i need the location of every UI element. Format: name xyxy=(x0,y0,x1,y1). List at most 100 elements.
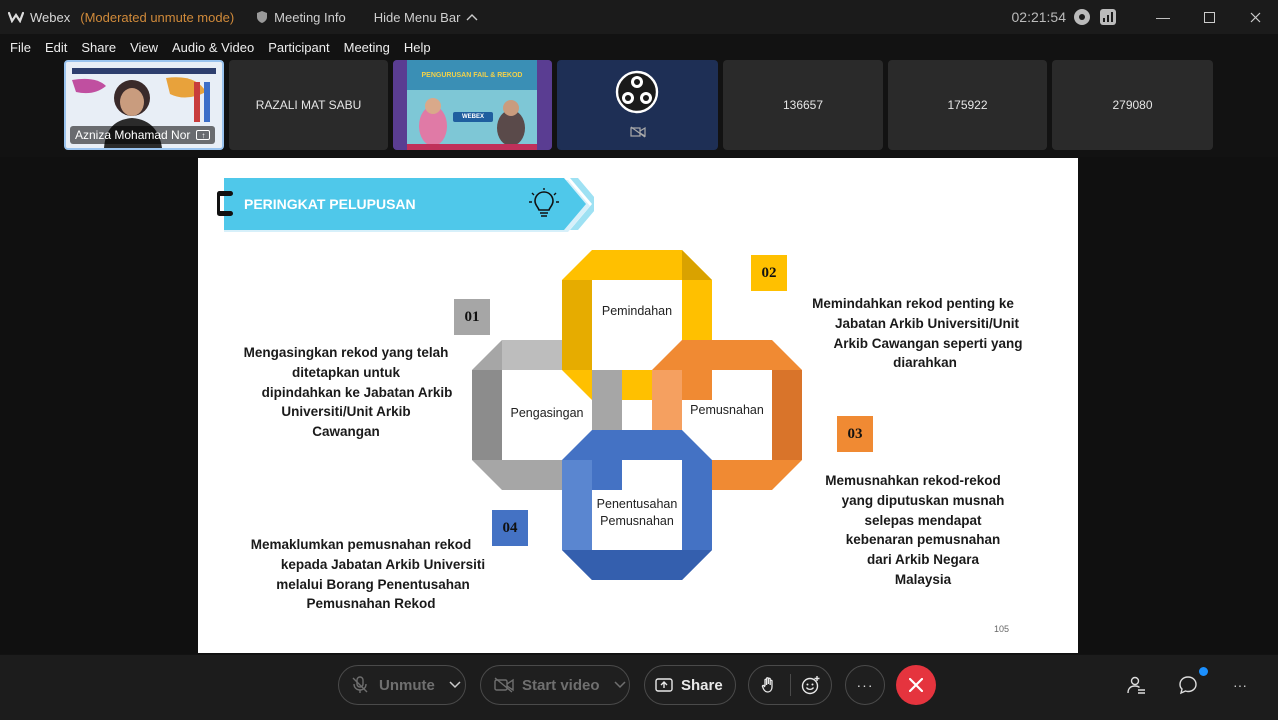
sharing-icon: ↑ xyxy=(196,130,211,140)
participant-name: RAZALI MAT SABU xyxy=(255,98,362,112)
step-description-01: Mengasingkan rekod yang telah ditetapkan… xyxy=(220,343,472,442)
leave-meeting-button[interactable] xyxy=(896,665,936,705)
share-button[interactable]: Share xyxy=(644,665,736,705)
step-description-03: Memusnahkan rekod-rekod yang diputuskan … xyxy=(816,471,1030,590)
presentation-slide: PERINGKAT PELUPUSAN Pemindahan Pengasing… xyxy=(198,158,1078,653)
share-label: Share xyxy=(681,676,723,694)
desc-line: Jabatan Arkib Universiti/Unit xyxy=(834,315,1020,331)
hide-menu-bar-label: Hide Menu Bar xyxy=(373,9,461,25)
shared-content-stage: PERINGKAT PELUPUSAN Pemindahan Pengasing… xyxy=(0,157,1278,654)
app-name: Webex xyxy=(30,9,71,25)
desc-line: Arkib Cawangan seperti yang xyxy=(833,335,1023,351)
close-icon xyxy=(909,678,923,692)
ring-label-pemindahan: Pemindahan xyxy=(601,304,673,318)
lightbulb-icon xyxy=(529,188,559,217)
reactions-group xyxy=(748,665,832,705)
unmute-label: Unmute xyxy=(379,676,435,694)
slide-heading: PERINGKAT PELUPUSAN xyxy=(244,196,416,212)
participant-name-tag: Azniza Mohamad Nor ↑ xyxy=(70,126,216,144)
menu-help[interactable]: Help xyxy=(404,40,431,55)
desc-line: Universiti/Unit Arkib xyxy=(281,404,411,420)
participant-tile[interactable]: 175922 xyxy=(888,60,1047,150)
desc-line: Malaysia xyxy=(894,571,952,587)
participant-strip: Azniza Mohamad Nor ↑ RAZALI MAT SABU PEN… xyxy=(0,59,1278,151)
chevron-up-icon xyxy=(466,14,478,21)
desc-line: diarahkan xyxy=(893,355,957,371)
emoji-add-icon xyxy=(801,676,820,695)
webex-window: Webex (Moderated unmute mode) Meeting In… xyxy=(0,0,1278,720)
menu-bar: File Edit Share View Audio & Video Parti… xyxy=(0,36,435,58)
chevron-down-icon[interactable] xyxy=(449,681,461,689)
network-stats-icon[interactable] xyxy=(1100,9,1116,25)
menu-view[interactable]: View xyxy=(130,40,158,55)
more-options-button[interactable]: ··· xyxy=(845,665,885,705)
participants-panel-button[interactable] xyxy=(1124,673,1148,697)
start-video-label: Start video xyxy=(522,676,600,694)
desc-line: dari Arkib Negara xyxy=(866,552,980,568)
menu-meeting[interactable]: Meeting xyxy=(344,40,390,55)
meeting-clock: 02:21:54 xyxy=(1011,9,1067,25)
menu-participant[interactable]: Participant xyxy=(268,40,329,55)
minimize-button[interactable]: — xyxy=(1140,0,1186,34)
ring-label-pemusnahan: Pemusnahan xyxy=(690,403,764,417)
meeting-info-label: Meeting Info xyxy=(274,9,346,25)
share-screen-icon xyxy=(655,678,673,692)
raise-hand-icon xyxy=(762,677,773,693)
participant-tile-self[interactable]: Azniza Mohamad Nor ↑ xyxy=(64,60,224,150)
overflow-menu-button[interactable]: ··· xyxy=(1228,673,1252,697)
overflow-icon: ··· xyxy=(1233,677,1247,693)
desc-line: melalui Borang Penentusahan xyxy=(276,576,470,592)
participant-tile-obs[interactable] xyxy=(557,60,718,150)
participants-icon xyxy=(1127,676,1145,694)
ring-label-line: Penentusahan xyxy=(596,497,678,511)
step-description-04: Memaklumkan pemusnahan rekod kepada Jaba… xyxy=(236,535,506,614)
recording-status-icon[interactable] xyxy=(1074,9,1090,25)
poster-title: PENGURUSAN FAIL & REKOD xyxy=(421,72,523,79)
webex-logo-icon xyxy=(8,11,24,23)
desc-line: Mengasingkan rekod yang telah xyxy=(243,345,449,360)
meeting-controls-bar: Unmute Start video Share ··· ··· xyxy=(0,655,1278,720)
unmute-button[interactable]: Unmute xyxy=(338,665,466,705)
menu-audio-video[interactable]: Audio & Video xyxy=(172,40,254,55)
meeting-info-button[interactable]: Meeting Info xyxy=(256,10,346,25)
participant-name: 175922 xyxy=(947,98,988,112)
step-badge-03: 03 xyxy=(837,416,873,452)
chat-panel-button[interactable] xyxy=(1176,673,1200,697)
raise-hand-button[interactable] xyxy=(749,676,790,694)
close-window-button[interactable] xyxy=(1232,0,1278,34)
chat-icon xyxy=(1179,676,1197,695)
ring-label-pengasingan: Pengasingan xyxy=(510,406,584,420)
desc-line: ditetapkan untuk xyxy=(291,364,400,380)
reactions-button[interactable] xyxy=(790,675,831,695)
participant-tile-poster[interactable]: PENGURUSAN FAIL & REKOD WEBEX xyxy=(393,60,552,150)
obs-logo-icon xyxy=(615,70,659,114)
app-logo: Webex (Moderated unmute mode) xyxy=(8,10,234,25)
maximize-button[interactable] xyxy=(1186,0,1232,34)
mic-muted-icon xyxy=(352,676,368,693)
menu-file[interactable]: File xyxy=(10,40,31,55)
desc-line: Cawangan xyxy=(312,424,380,440)
desc-line: dipindahkan ke Jabatan Arkib xyxy=(261,384,453,400)
close-icon xyxy=(1250,12,1260,22)
desc-line: Memaklumkan pemusnahan rekod xyxy=(250,537,472,552)
desc-line: kebenaran pemusnahan xyxy=(845,532,1001,548)
chevron-down-icon[interactable] xyxy=(614,681,626,689)
slide-page-number: 105 xyxy=(994,624,1010,634)
participant-name: Azniza Mohamad Nor xyxy=(75,128,191,142)
participant-tile[interactable]: 136657 xyxy=(723,60,883,150)
desc-line: Pemusnahan Rekod xyxy=(306,596,436,612)
mode-indicator: (Moderated unmute mode) xyxy=(80,9,235,25)
title-bar: Webex (Moderated unmute mode) Meeting In… xyxy=(0,0,1278,34)
desc-line: selepas mendapat xyxy=(864,512,982,528)
start-video-button[interactable]: Start video xyxy=(480,665,630,705)
menu-edit[interactable]: Edit xyxy=(45,40,67,55)
shield-icon xyxy=(257,11,268,23)
hide-menu-bar-button[interactable]: Hide Menu Bar xyxy=(374,10,479,25)
participant-name: 136657 xyxy=(782,98,824,112)
participant-name: 279080 xyxy=(1112,98,1153,112)
menu-share[interactable]: Share xyxy=(81,40,116,55)
poster-brand: WEBEX xyxy=(461,114,484,120)
participant-tile[interactable]: 279080 xyxy=(1052,60,1213,150)
participant-tile[interactable]: RAZALI MAT SABU xyxy=(229,60,388,150)
desc-line: yang diputuskan musnah xyxy=(841,492,1005,508)
